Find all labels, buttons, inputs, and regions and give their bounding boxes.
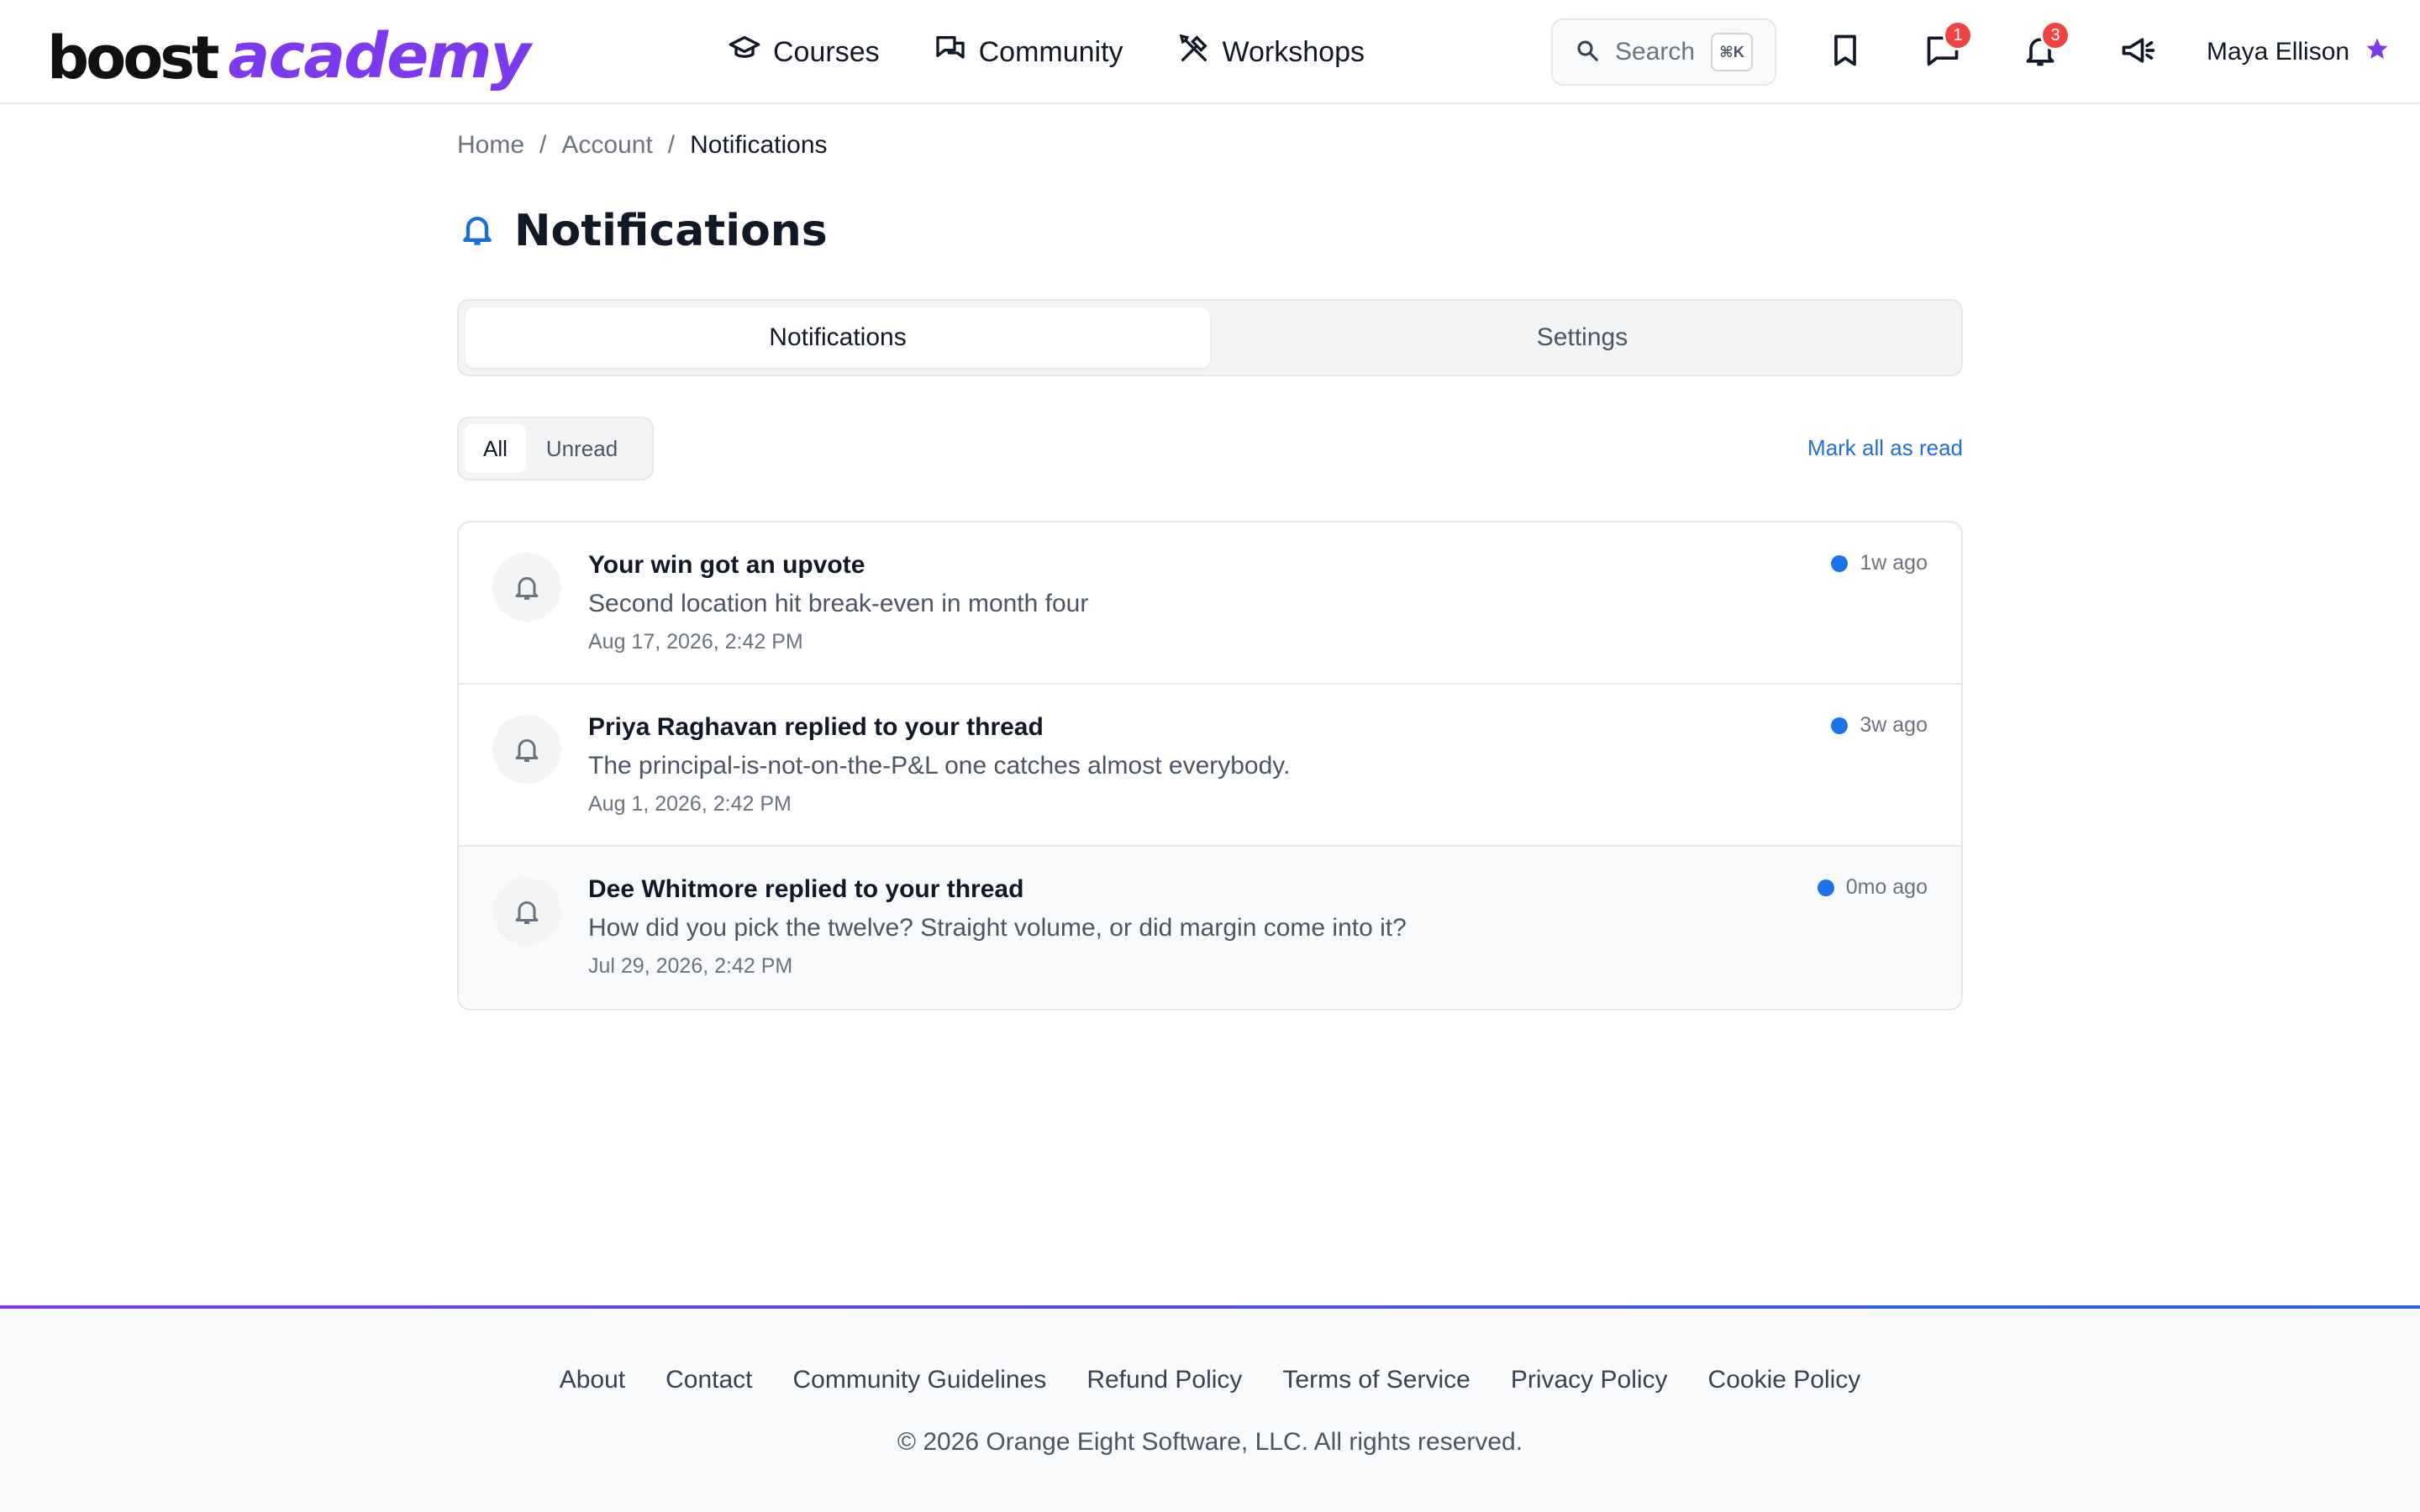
tab-notifications[interactable]: Notifications bbox=[466, 307, 1210, 368]
bookmark-icon bbox=[1827, 32, 1864, 73]
notification-relative-time: 3w ago bbox=[1860, 713, 1928, 737]
footer-link-refund-policy[interactable]: Refund Policy bbox=[1086, 1366, 1242, 1394]
notifications-button[interactable]: 3 bbox=[2013, 20, 2070, 79]
logo-part-boost: boost bbox=[47, 24, 219, 92]
user-menu[interactable]: Maya Ellison bbox=[2207, 34, 2390, 71]
tabs: Notifications Settings bbox=[457, 299, 1963, 376]
chat-bubbles-icon bbox=[934, 32, 967, 73]
bookmarks-button[interactable] bbox=[1818, 25, 1872, 79]
notification-list: Your win got an upvote Second location h… bbox=[457, 521, 1963, 1011]
notification-title: Your win got an upvote bbox=[588, 551, 865, 579]
footer-link-privacy[interactable]: Privacy Policy bbox=[1511, 1366, 1668, 1394]
breadcrumb-current: Notifications bbox=[690, 131, 828, 159]
search-placeholder: Search bbox=[1615, 38, 1696, 66]
tools-icon bbox=[1177, 32, 1211, 73]
nav-courses[interactable]: Courses bbox=[728, 32, 880, 73]
breadcrumb-home[interactable]: Home bbox=[457, 131, 524, 160]
filter-unread-button[interactable]: Unread bbox=[526, 424, 638, 473]
logo-part-academy: academy bbox=[228, 20, 530, 92]
search-icon bbox=[1575, 38, 1600, 67]
megaphone-icon bbox=[2119, 32, 2156, 73]
notification-body: Second location hit break-even in month … bbox=[588, 590, 1089, 617]
graduation-cap-icon bbox=[728, 32, 761, 73]
notification-item[interactable]: Your win got an upvote Second location h… bbox=[459, 522, 1961, 685]
bell-icon bbox=[492, 553, 561, 622]
notifications-badge: 3 bbox=[2040, 20, 2070, 50]
filter-toggle: All Unread bbox=[457, 417, 654, 480]
footer-link-contact[interactable]: Contact bbox=[666, 1366, 752, 1394]
breadcrumb-separator: / bbox=[539, 131, 547, 159]
filter-all-button[interactable]: All bbox=[465, 424, 526, 473]
footer-link-about[interactable]: About bbox=[560, 1366, 625, 1394]
unread-dot bbox=[1831, 554, 1849, 572]
top-header: boost academy Courses Community Workshop… bbox=[0, 0, 2420, 104]
notification-title: Priya Raghavan replied to your thread bbox=[588, 713, 1044, 741]
user-name: Maya Ellison bbox=[2207, 38, 2350, 66]
footer-links: About Contact Community Guidelines Refun… bbox=[0, 1366, 2420, 1394]
copyright: © 2026 Orange Eight Software, LLC. All r… bbox=[897, 1428, 1523, 1456]
nav-community-label: Community bbox=[978, 35, 1123, 68]
tab-settings[interactable]: Settings bbox=[1210, 307, 1954, 368]
notification-body: The principal-is-not-on-the-P&L one catc… bbox=[588, 752, 1291, 780]
notification-date: Aug 17, 2026, 2:42 PM bbox=[588, 630, 803, 654]
breadcrumb-separator: / bbox=[667, 131, 676, 159]
footer-link-terms[interactable]: Terms of Service bbox=[1282, 1366, 1470, 1394]
notification-item[interactable]: Priya Raghavan replied to your thread Th… bbox=[459, 685, 1961, 847]
nav-workshops-label: Workshops bbox=[1222, 35, 1365, 68]
notification-meta: 3w ago bbox=[1831, 713, 1928, 738]
bell-icon bbox=[492, 877, 561, 946]
notification-relative-time: 1w ago bbox=[1860, 551, 1928, 575]
star-icon bbox=[2365, 36, 2390, 68]
notification-item[interactable]: Dee Whitmore replied to your thread How … bbox=[459, 847, 1961, 1009]
messages-badge: 1 bbox=[1943, 20, 1973, 50]
notification-relative-time: 0mo ago bbox=[1845, 875, 1928, 899]
unread-dot bbox=[1831, 717, 1849, 734]
main-nav: Courses Community Workshops bbox=[728, 29, 1365, 76]
footer-link-community-guidelines[interactable]: Community Guidelines bbox=[793, 1366, 1047, 1394]
bell-icon bbox=[459, 209, 496, 254]
footer-link-cookie[interactable]: Cookie Policy bbox=[1708, 1366, 1861, 1394]
announcements-button[interactable] bbox=[2111, 25, 2165, 79]
footer-divider bbox=[0, 1305, 2420, 1309]
notification-body: How did you pick the twelve? Straight vo… bbox=[588, 914, 1407, 942]
logo[interactable]: boost academy bbox=[47, 12, 531, 92]
nav-workshops[interactable]: Workshops bbox=[1177, 32, 1365, 73]
notification-meta: 1w ago bbox=[1831, 551, 1928, 575]
mark-all-read-link[interactable]: Mark all as read bbox=[1807, 435, 1963, 461]
breadcrumb-account[interactable]: Account bbox=[561, 131, 652, 160]
page-title-text: Notifications bbox=[514, 206, 828, 256]
notification-meta: 0mo ago bbox=[1817, 875, 1928, 900]
search-shortcut: ⌘K bbox=[1711, 33, 1753, 71]
footer: About Contact Community Guidelines Refun… bbox=[0, 1305, 2420, 1512]
notification-title: Dee Whitmore replied to your thread bbox=[588, 875, 1024, 903]
search-box[interactable]: Search ⌘K bbox=[1551, 18, 1776, 86]
notification-date: Aug 1, 2026, 2:42 PM bbox=[588, 792, 792, 816]
nav-community[interactable]: Community bbox=[934, 32, 1123, 73]
unread-dot bbox=[1817, 879, 1834, 896]
nav-courses-label: Courses bbox=[773, 35, 880, 68]
messages-button[interactable]: 1 bbox=[1916, 20, 1973, 79]
page-title: Notifications bbox=[459, 203, 828, 259]
bell-icon bbox=[492, 715, 561, 784]
notification-date: Jul 29, 2026, 2:42 PM bbox=[588, 954, 793, 978]
breadcrumb: Home / Account / Notifications bbox=[457, 131, 828, 160]
